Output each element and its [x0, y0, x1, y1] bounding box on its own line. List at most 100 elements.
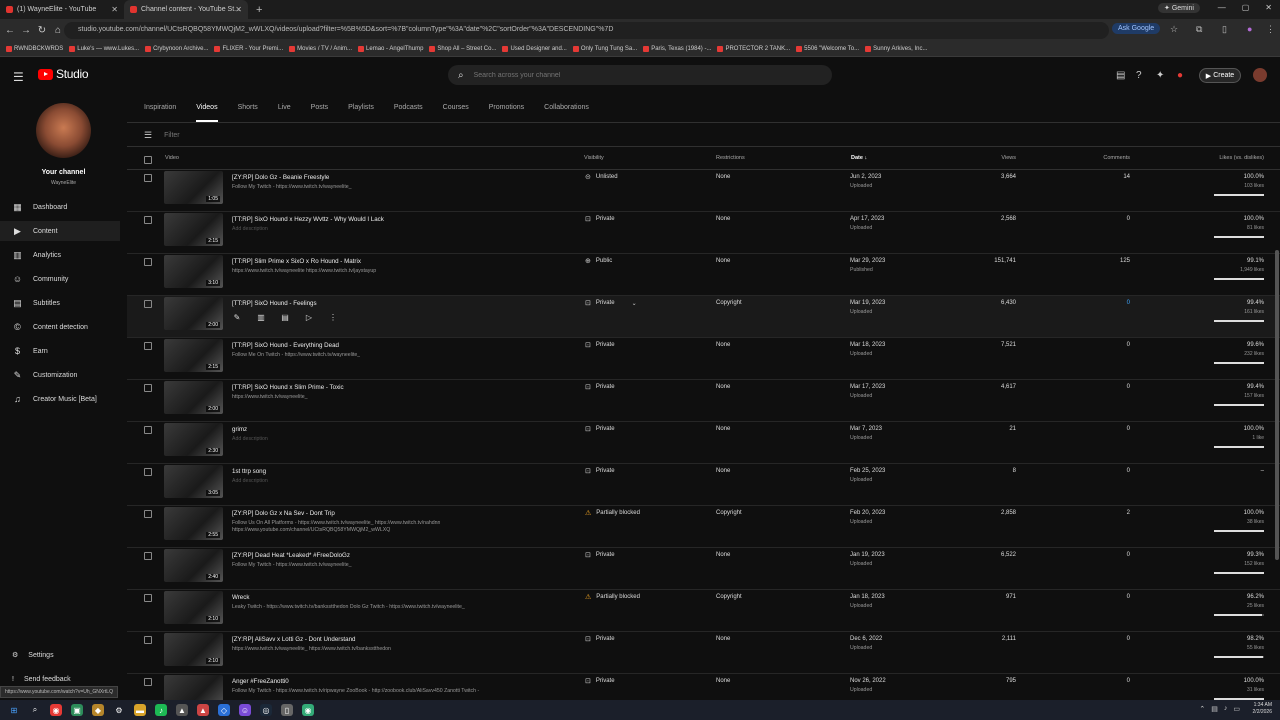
taskbar-app-icon[interactable]: ◆ [92, 704, 104, 716]
video-thumbnail[interactable]: 3:05 [164, 465, 223, 498]
tray-arrow-icon[interactable]: ⌃ [1199, 705, 1205, 713]
notifications-icon[interactable]: ● [1177, 70, 1183, 81]
sparkle-icon[interactable]: ✦ [1156, 70, 1164, 81]
video-title[interactable]: [ZY:RP] Dolo Gz x Na Sev - Dont Trip [232, 510, 335, 517]
sidebar-item-community[interactable]: ☺ Community [0, 269, 120, 289]
visibility-cell[interactable]: ⊡ Private [585, 635, 615, 643]
tab-promotions[interactable]: Promotions [489, 104, 524, 118]
row-checkbox[interactable] [144, 174, 152, 182]
messages-icon[interactable]: ▤ [1116, 70, 1125, 81]
visibility-cell[interactable]: ⊡ Private [585, 383, 615, 391]
extensions-icon[interactable]: ⧉ [1196, 24, 1202, 35]
home-icon[interactable]: ⌂ [52, 25, 64, 36]
restrictions-cell[interactable]: Copyright [716, 300, 742, 306]
volume-icon[interactable]: ♪ [1224, 705, 1228, 713]
sidepanel-icon[interactable]: ▯ [1222, 24, 1227, 35]
visibility-cell[interactable]: ⊡ Private [585, 551, 615, 559]
row-checkbox[interactable] [144, 510, 152, 518]
sidebar-item-creator-music-beta[interactable]: ♫ Creator Music [Beta] [0, 389, 120, 409]
row-checkbox[interactable] [144, 384, 152, 392]
sidebar-item-content[interactable]: ▶ Content [0, 221, 120, 241]
search-input[interactable] [473, 71, 774, 79]
col-views[interactable]: Views [1001, 155, 1016, 161]
table-row[interactable]: 2:00 [TT:RP] SixO Hound - Feelings ✎ ▥ ▤ ▷ ⋮ ⊡ P… [127, 296, 1280, 338]
col-comments[interactable]: Comments [1103, 155, 1130, 161]
visibility-cell[interactable]: ⊡ Private ⌄ [585, 299, 637, 307]
browser-tab[interactable]: (1) WayneElite - YouTube ✕ [0, 0, 124, 19]
video-thumbnail[interactable]: 2:15 [164, 339, 223, 372]
video-title[interactable]: [ZY:RP] Dolo Gz - Beanie Freestyle [232, 174, 329, 181]
minimize-icon[interactable]: — [1218, 3, 1226, 12]
close-tab-icon[interactable]: ✕ [111, 5, 118, 14]
tab-shorts[interactable]: Shorts [238, 104, 258, 118]
taskbar-search-icon[interactable]: ⌕ [29, 704, 41, 716]
bookmark-item[interactable]: Used Designer and... [502, 46, 567, 52]
table-row[interactable]: 2:15 [TT:RP] SixO Hound - Everything Dead… [127, 338, 1280, 380]
tab-live[interactable]: Live [278, 104, 291, 118]
spotify-icon[interactable]: ♪ [155, 704, 167, 716]
video-title[interactable]: [TT:RP] Slim Prime x SixO x Ro Hound - M… [232, 258, 361, 265]
bookmark-item[interactable]: Luke's — www.Lukes... [69, 46, 139, 52]
filter-bar[interactable]: ☰ Filter [144, 130, 180, 141]
video-thumbnail[interactable]: 3:10 [164, 255, 223, 288]
tab-posts[interactable]: Posts [311, 104, 329, 118]
visibility-cell[interactable]: ⊡ Private [585, 341, 615, 349]
menu-hamburger-icon[interactable]: ☰ [13, 70, 24, 84]
visibility-cell[interactable]: ⚠ Partially blocked [585, 593, 640, 601]
table-row[interactable]: 2:55 [ZY:RP] Dolo Gz x Na Sev - Dont Trip… [127, 506, 1280, 548]
restrictions-cell[interactable]: Copyright [716, 594, 742, 600]
bookmark-item[interactable]: Lemao - AngelThump [358, 46, 423, 52]
bookmark-star-icon[interactable]: ☆ [1170, 24, 1178, 35]
file-explorer-icon[interactable]: ▬ [134, 704, 146, 716]
sidebar-item-analytics[interactable]: ▥ Analytics [0, 245, 120, 265]
studio-logo[interactable]: Studio [38, 67, 89, 81]
visibility-cell[interactable]: ⊡ Private [585, 467, 615, 475]
row-checkbox[interactable] [144, 636, 152, 644]
bookmark-item[interactable]: FLIXER - Your Premi... [214, 46, 283, 52]
video-title[interactable]: [TT:RP] SixO Hound - Everything Dead [232, 342, 339, 349]
scrollbar[interactable] [1275, 250, 1279, 560]
row-checkbox[interactable] [144, 216, 152, 224]
filter-placeholder[interactable]: Filter [164, 132, 180, 139]
row-checkbox[interactable] [144, 342, 152, 350]
profile-icon[interactable]: ● [1247, 24, 1252, 34]
video-thumbnail[interactable]: 2:00 [164, 381, 223, 414]
filter-icon[interactable]: ☰ [144, 130, 152, 141]
row-checkbox[interactable] [144, 594, 152, 602]
back-icon[interactable]: ← [4, 25, 16, 36]
visibility-cell[interactable]: ⊝ Unlisted [585, 173, 618, 181]
sidebar-item-dashboard[interactable]: ▦ Dashboard [0, 197, 120, 217]
video-thumbnail[interactable]: 2:10 [164, 633, 223, 666]
sidebar-item-content-detection[interactable]: © Content detection [0, 317, 120, 337]
clock[interactable]: 1:34 AM 2/2/2026 [1253, 702, 1272, 716]
video-thumbnail[interactable]: 2:40 [164, 549, 223, 582]
col-visibility[interactable]: Visibility [584, 155, 604, 161]
steam-icon[interactable]: ◎ [260, 704, 272, 716]
col-restrictions[interactable]: Restrictions [716, 155, 745, 161]
visibility-cell[interactable]: ⊡ Private [585, 677, 615, 685]
channel-avatar[interactable] [36, 103, 91, 158]
taskbar-app-icon[interactable]: ▯ [281, 704, 293, 716]
sidebar-item-subtitles[interactable]: ▤ Subtitles [0, 293, 120, 313]
close-tab-icon[interactable]: ✕ [235, 5, 242, 14]
taskbar-app-icon[interactable]: ◇ [218, 704, 230, 716]
video-title[interactable]: [TT:RP] SixO Hound x Hezzy Wvttz - Why W… [232, 216, 384, 223]
video-thumbnail[interactable]: 2:50 [164, 675, 223, 700]
channel-search[interactable]: ⌕ [448, 65, 832, 85]
row-checkbox[interactable] [144, 468, 152, 476]
video-title[interactable]: [TT:RP] SixO Hound - Feelings [232, 300, 317, 307]
help-icon[interactable]: ? [1136, 70, 1142, 81]
url-field[interactable]: studio.youtube.com/channel/UCtsRQBQ58YMW… [64, 22, 1109, 39]
row-checkbox[interactable] [144, 300, 152, 308]
bookmark-item[interactable]: Movies / TV / Anim... [289, 46, 352, 52]
video-thumbnail[interactable]: 2:55 [164, 507, 223, 540]
account-avatar[interactable] [1253, 68, 1267, 82]
ask-google-button[interactable]: Ask Google [1112, 23, 1161, 34]
row-checkbox[interactable] [144, 552, 152, 560]
row-checkbox[interactable] [144, 678, 152, 686]
table-row[interactable]: 2:15 [TT:RP] SixO Hound x Hezzy Wvttz - W… [127, 212, 1280, 254]
settings-taskbar-icon[interactable]: ⚙ [113, 704, 125, 716]
tab-videos[interactable]: Videos [196, 104, 218, 122]
create-button[interactable]: ▶ Create [1199, 68, 1241, 83]
table-row[interactable]: 2:50 Anger #FreeZanotti0 Follow My Twitch … [127, 674, 1280, 700]
